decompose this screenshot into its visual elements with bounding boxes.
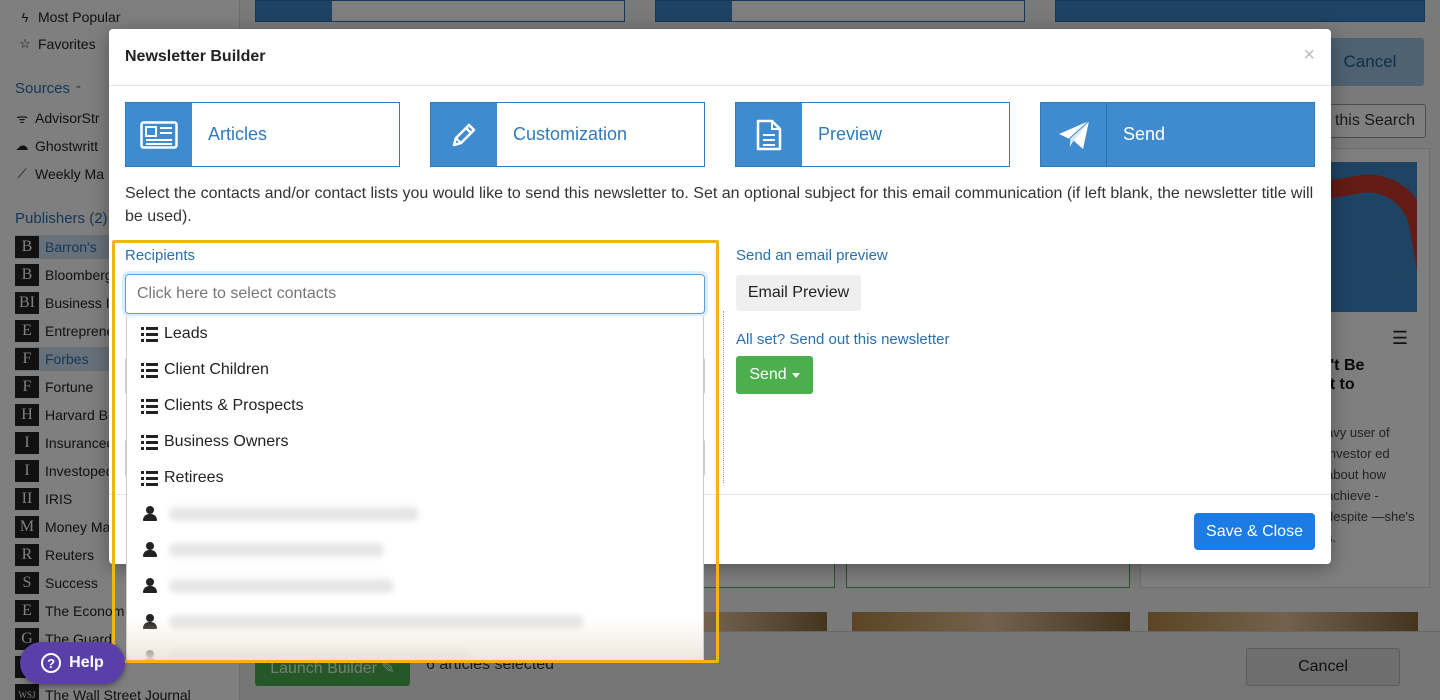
contact-list-option[interactable]: Retirees — [127, 460, 703, 496]
recipients-input[interactable]: Click here to select contacts — [125, 274, 705, 314]
list-icon — [141, 398, 158, 414]
step-send[interactable]: Send — [1040, 102, 1315, 167]
redacted-contact — [169, 507, 419, 521]
column-divider — [723, 311, 724, 483]
question-icon: ? — [41, 653, 62, 673]
list-icon — [141, 362, 158, 378]
modal-title: Newsletter Builder — [125, 48, 266, 65]
close-icon[interactable]: × — [1303, 45, 1315, 65]
step-label: Articles — [208, 124, 268, 144]
save-close-button[interactable]: Save & Close — [1194, 513, 1315, 550]
paper-plane-icon — [1041, 103, 1107, 166]
send-instructions: Select the contacts and/or contact lists… — [125, 185, 1314, 225]
contact-option[interactable] — [127, 496, 703, 532]
recipients-dropdown: Leads Client Children Clients & Prospects B… — [126, 316, 704, 661]
recipients-label: Recipients — [125, 247, 196, 264]
step-articles[interactable]: Articles — [125, 102, 400, 167]
contact-list-label: Leads — [164, 325, 208, 342]
contact-list-option[interactable]: Business Owners — [127, 424, 703, 460]
contact-option[interactable] — [127, 532, 703, 568]
caret-down-icon — [791, 372, 800, 378]
user-icon — [143, 506, 157, 522]
send-actions-section: Send an email preview Email Preview All … — [736, 247, 1136, 394]
list-icon — [141, 326, 158, 342]
user-icon — [143, 578, 157, 594]
email-preview-button[interactable]: Email Preview — [736, 275, 861, 311]
step-label: Customization — [513, 124, 628, 144]
step-preview[interactable]: Preview — [735, 102, 1010, 167]
modal-header: Newsletter Builder × — [109, 29, 1331, 86]
redacted-contact — [169, 579, 394, 593]
contact-list-option[interactable]: Leads — [127, 316, 703, 352]
step-label: Send — [1123, 124, 1166, 144]
newspaper-icon — [126, 103, 192, 166]
help-button[interactable]: ? Help — [20, 642, 125, 684]
contact-list-option[interactable]: Clients & Prospects — [127, 388, 703, 424]
wizard-steps: Articles Customization Preview Send — [125, 102, 1315, 167]
list-icon — [141, 434, 158, 450]
email-preview-label: Send an email preview — [736, 247, 888, 264]
contact-list-option[interactable]: Client Children — [127, 352, 703, 388]
contact-list-label: Retirees — [164, 469, 224, 486]
contact-option[interactable] — [127, 568, 703, 604]
contact-list-label: Clients & Prospects — [164, 397, 304, 414]
step-label: Preview — [818, 124, 883, 144]
contact-list-label: Client Children — [164, 361, 269, 378]
recipients-section: Recipients Click here to select contacts — [125, 247, 705, 314]
redacted-contact — [169, 543, 384, 557]
user-icon — [143, 542, 157, 558]
document-icon — [736, 103, 802, 166]
pencil-icon — [431, 103, 497, 166]
send-newsletter-label: All set? Send out this newsletter — [736, 331, 950, 348]
list-icon — [141, 470, 158, 486]
contact-list-label: Business Owners — [164, 433, 289, 450]
send-dropdown-button[interactable]: Send — [736, 356, 813, 394]
step-customization[interactable]: Customization — [430, 102, 705, 167]
